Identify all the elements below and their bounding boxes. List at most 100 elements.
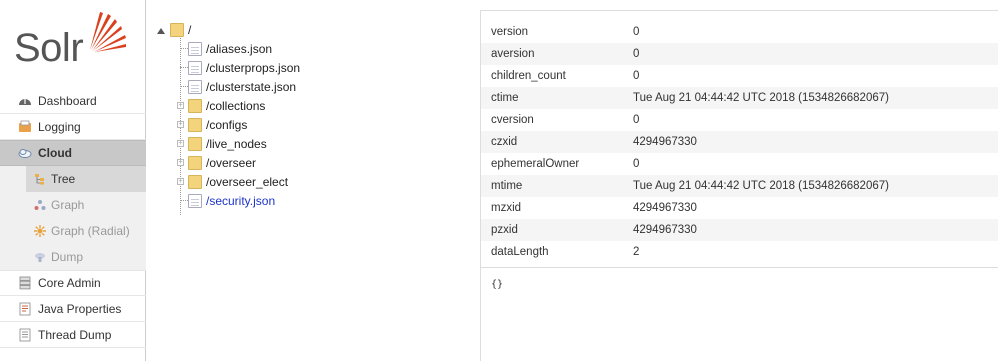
graph-radial-icon [34, 225, 46, 237]
property-value: 4294967330 [633, 136, 697, 148]
property-value: 4294967330 [633, 202, 697, 214]
tree-connector [180, 67, 188, 68]
collapse-arrow-icon[interactable] [156, 25, 166, 35]
tree-root-label: / [188, 22, 192, 37]
nav-java-properties-label: Java Properties [38, 301, 122, 316]
node-detail-panel: version 0 aversion 0 children_count 0 ct… [480, 10, 998, 361]
property-key: mzxid [491, 202, 522, 214]
property-row: ephemeralOwner 0 [481, 153, 998, 175]
expand-toggle[interactable]: + [177, 178, 184, 185]
property-value: 0 [633, 70, 640, 82]
tree-item-label: /clusterprops.json [206, 60, 301, 75]
sidebar: Solr Dashboard Logging Cloud Tree Graph … [0, 0, 146, 361]
property-key: ephemeralOwner [491, 158, 580, 170]
property-key: children_count [491, 70, 566, 82]
property-value: Tue Aug 21 04:44:42 UTC 2018 (1534826682… [633, 180, 889, 192]
nav-dashboard-label: Dashboard [38, 93, 97, 108]
tree-item[interactable]: /overseer_elect [188, 172, 288, 191]
logging-icon [18, 120, 32, 134]
nav-logging[interactable]: Logging [0, 114, 146, 140]
expand-toggle[interactable]: + [177, 159, 184, 166]
property-row: children_count 0 [481, 65, 998, 87]
property-key: ctime [491, 92, 519, 104]
property-row: mzxid 4294967330 [481, 197, 998, 219]
nav-core-admin[interactable]: Core Admin [0, 270, 146, 296]
property-key: mtime [491, 180, 523, 192]
java-properties-icon [18, 302, 32, 316]
expand-toggle[interactable]: + [177, 140, 184, 147]
folder-icon [188, 174, 202, 189]
nav-cloud-graph-label: Graph [51, 198, 85, 212]
folder-icon [188, 98, 202, 113]
tree-item-label: /overseer [206, 155, 257, 170]
property-row: dataLength 2 [481, 241, 998, 263]
property-key: pzxid [491, 224, 518, 236]
property-key: cversion [491, 114, 534, 126]
nav-cloud-label: Cloud [38, 146, 72, 160]
file-icon [188, 193, 202, 208]
tree-item[interactable]: /configs [188, 115, 247, 134]
solr-logo[interactable]: Solr [14, 10, 134, 70]
folder-icon [188, 155, 202, 170]
property-row: ctime Tue Aug 21 04:44:42 UTC 2018 (1534… [481, 87, 998, 109]
nav-java-properties[interactable]: Java Properties [0, 296, 146, 322]
tree-item[interactable]: /clusterprops.json [188, 58, 300, 77]
tree-item[interactable]: /collections [188, 96, 265, 115]
expand-toggle[interactable]: + [177, 102, 184, 109]
tree-connector [180, 86, 188, 87]
cloud-subnav: Tree Graph Graph (Radial) Dump [0, 166, 146, 270]
content-divider [481, 267, 998, 268]
tree-item[interactable]: /clusterstate.json [188, 77, 296, 96]
tree-item-label: /configs [206, 117, 248, 132]
expand-toggle[interactable]: + [177, 121, 184, 128]
nav-logging-label: Logging [38, 119, 81, 134]
tree-item[interactable]: /live_nodes [188, 134, 267, 153]
property-row: cversion 0 [481, 109, 998, 131]
nav-cloud-graph-radial[interactable]: Graph (Radial) [0, 218, 146, 244]
property-row: czxid 4294967330 [481, 131, 998, 153]
tree-item[interactable]: /aliases.json [188, 39, 272, 58]
nav-cloud-dump[interactable]: Dump [0, 244, 146, 270]
property-value: Tue Aug 21 04:44:42 UTC 2018 (1534826682… [633, 92, 889, 104]
file-icon [188, 60, 202, 75]
property-value: 0 [633, 26, 640, 38]
nav-cloud-tree[interactable]: Tree [26, 166, 146, 192]
tree-item[interactable]: /overseer [188, 153, 256, 172]
nav-thread-dump[interactable]: Thread Dump [0, 322, 146, 348]
property-value: 2 [633, 246, 640, 258]
tree-item-label: /clusterstate.json [206, 79, 297, 94]
file-content: {} [491, 279, 504, 290]
nav-cloud-graph-radial-label: Graph (Radial) [51, 224, 130, 238]
property-row: pzxid 4294967330 [481, 219, 998, 241]
property-key: version [491, 26, 529, 38]
folder-icon [170, 22, 184, 37]
nav-thread-dump-label: Thread Dump [38, 327, 112, 342]
nav-core-admin-label: Core Admin [38, 276, 101, 290]
main-nav: Dashboard Logging Cloud Tree Graph Graph… [0, 88, 146, 348]
file-icon [188, 79, 202, 94]
property-key: aversion [491, 48, 535, 60]
nav-cloud-tree-label: Tree [51, 172, 76, 186]
folder-icon [188, 117, 202, 132]
property-value: 0 [633, 114, 640, 126]
tree-item-label: /security.json [206, 193, 276, 208]
property-value: 0 [633, 158, 640, 170]
property-key: dataLength [491, 246, 549, 258]
dump-icon [34, 251, 46, 263]
nav-dashboard[interactable]: Dashboard [0, 88, 146, 114]
tree-item-label: /overseer_elect [206, 174, 289, 189]
tree-connector [180, 200, 188, 201]
tree-root[interactable]: / [156, 20, 191, 39]
tree-icon [34, 173, 46, 185]
thread-dump-icon [18, 328, 32, 342]
file-icon [188, 41, 202, 56]
nav-cloud[interactable]: Cloud [0, 140, 146, 166]
property-row: version 0 [481, 21, 998, 43]
nav-cloud-graph[interactable]: Graph [0, 192, 146, 218]
tree-connector [180, 48, 188, 49]
tree-item-label: /live_nodes [206, 136, 267, 151]
folder-icon [188, 136, 202, 151]
tree-item-selected[interactable]: /security.json [188, 191, 275, 210]
cloud-icon [18, 146, 32, 160]
property-value: 4294967330 [633, 224, 697, 236]
